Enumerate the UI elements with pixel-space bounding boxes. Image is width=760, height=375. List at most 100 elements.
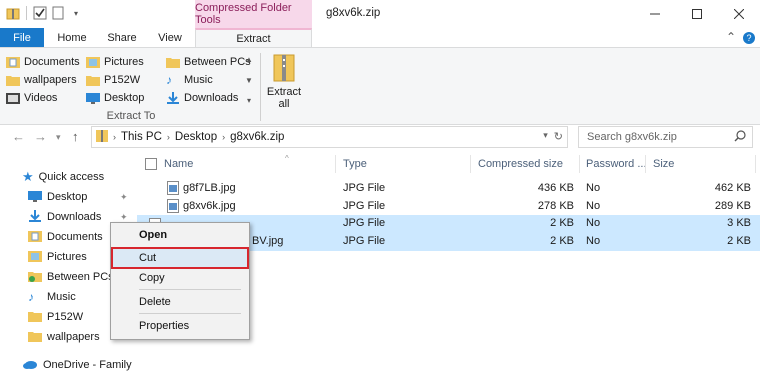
properties-check-icon[interactable] — [33, 5, 47, 21]
nav-label: Desktop — [47, 191, 88, 203]
extract-to-label: wallpapers — [24, 73, 77, 86]
extract-all-label-1: Extract — [266, 86, 302, 98]
chevron-right-icon[interactable]: › — [167, 132, 170, 142]
collapse-ribbon-icon[interactable]: ⌃ — [726, 30, 736, 44]
column-divider[interactable] — [335, 155, 336, 173]
nav-label: Music — [47, 291, 76, 303]
nav-item-quick-access[interactable]: ★ Quick access — [22, 167, 104, 187]
column-divider[interactable] — [645, 155, 646, 173]
column-divider[interactable] — [579, 155, 580, 173]
extract-to-videos[interactable]: Videos — [6, 89, 57, 106]
extract-to-label: P152W — [104, 73, 141, 86]
expand-gallery-icon[interactable]: ▾ — [247, 96, 251, 105]
window-title: g8xv6k.zip — [326, 7, 381, 19]
address-dropdown-icon[interactable]: ▾ — [543, 130, 548, 143]
folder-icon — [166, 56, 180, 68]
pin-icon[interactable]: ✦ — [120, 192, 128, 203]
extract-to-music[interactable]: ♪ Music — [166, 71, 213, 88]
breadcrumb-this-pc[interactable]: This PC — [121, 131, 162, 143]
extract-to-p152w[interactable]: P152W — [86, 71, 140, 88]
extract-to-label: Videos — [24, 91, 58, 104]
file-size: 3 KB — [727, 217, 751, 229]
refresh-icon[interactable]: ↻ — [554, 130, 563, 143]
extract-all-label-2: all — [278, 98, 290, 110]
nav-item-p152w[interactable]: P152W — [28, 307, 83, 327]
star-icon: ★ — [22, 169, 34, 184]
table-row[interactable]: g8f7LB.jpg JPG File 436 KB No 462 KB — [137, 180, 760, 198]
cut-highlight-box — [111, 247, 249, 269]
search-input[interactable]: Search g8xv6k.zip — [578, 126, 753, 148]
menu-item-cut[interactable]: Cut — [139, 252, 156, 264]
chevron-right-icon: › — [113, 132, 116, 142]
column-header-name[interactable]: Name — [164, 153, 193, 175]
folder-icon — [28, 330, 42, 345]
menu-item-delete[interactable]: Delete — [139, 296, 171, 308]
address-bar[interactable]: › This PC › Desktop › g8xv6k.zip ▾ ↻ — [91, 126, 568, 148]
nav-item-documents[interactable]: Documents — [28, 227, 103, 247]
breadcrumb-desktop[interactable]: Desktop — [175, 131, 217, 143]
nav-label: P152W — [47, 311, 84, 323]
select-all-checkbox[interactable] — [145, 153, 157, 175]
nav-item-onedrive[interactable]: OneDrive - Family — [22, 355, 132, 375]
customize-toolbar-icon[interactable]: ▾ — [69, 5, 83, 21]
onedrive-icon — [22, 358, 38, 373]
menu-divider — [139, 289, 241, 290]
extract-to-gallery: Documents wallpapers Videos Pictures P15… — [6, 53, 251, 107]
extract-all-button[interactable]: Extract all — [266, 53, 302, 113]
table-row[interactable]: g8xv6k.jpg JPG File 278 KB No 289 KB — [137, 198, 760, 216]
back-arrow-icon[interactable]: ← — [12, 129, 25, 144]
minimize-button[interactable] — [634, 0, 676, 28]
column-header-compressed-size[interactable]: Compressed size — [478, 153, 563, 175]
close-button[interactable] — [718, 0, 760, 28]
extract-to-downloads[interactable]: Downloads — [166, 89, 238, 106]
help-icon[interactable]: ? — [743, 32, 755, 44]
file-compressed-size: 278 KB — [537, 200, 574, 212]
documents-icon — [6, 56, 20, 68]
column-header-size[interactable]: Size — [653, 153, 674, 175]
gallery-scroll[interactable]: ▲ ▼ ▾ — [242, 53, 256, 107]
up-arrow-icon[interactable]: ↑ — [72, 129, 79, 144]
menu-item-properties[interactable]: Properties — [139, 320, 189, 332]
column-header-type[interactable]: Type — [343, 153, 367, 175]
extract-to-wallpapers[interactable]: wallpapers — [6, 71, 77, 88]
file-type: JPG File — [343, 217, 386, 229]
menu-item-copy[interactable]: Copy — [139, 272, 165, 284]
file-type: JPG File — [343, 200, 386, 212]
zip-folder-icon[interactable] — [6, 5, 20, 21]
tab-extract[interactable]: Extract — [195, 28, 312, 47]
column-divider[interactable] — [755, 155, 756, 173]
extract-to-pictures[interactable]: Pictures — [86, 53, 144, 70]
menu-item-open[interactable]: Open — [139, 229, 167, 241]
file-size: 462 KB — [714, 182, 751, 194]
nav-item-wallpapers[interactable]: wallpapers — [28, 327, 100, 347]
column-divider[interactable] — [470, 155, 471, 173]
nav-item-music[interactable]: ♪ Music — [28, 287, 76, 307]
maximize-button[interactable] — [676, 0, 718, 28]
nav-label: wallpapers — [47, 331, 100, 343]
nav-label: Between PCs — [47, 271, 114, 283]
nav-item-desktop[interactable]: Desktop — [28, 187, 87, 207]
forward-arrow-icon[interactable]: → — [34, 129, 47, 144]
new-folder-icon[interactable] — [51, 5, 65, 21]
nav-item-between-pcs[interactable]: Between PCs — [28, 267, 114, 287]
extract-to-desktop[interactable]: Desktop — [86, 89, 144, 106]
extract-to-label: Pictures — [104, 55, 144, 68]
tab-home[interactable]: Home — [50, 28, 94, 47]
breadcrumb-zip[interactable]: g8xv6k.zip — [230, 131, 284, 143]
scroll-up-icon[interactable]: ▲ — [245, 55, 253, 64]
column-header-password[interactable]: Password ... — [586, 153, 647, 175]
nav-item-pictures[interactable]: Pictures — [28, 247, 87, 267]
scroll-down-icon[interactable]: ▼ — [245, 76, 253, 85]
tab-file[interactable]: File — [0, 28, 44, 47]
extract-to-group-label: Extract To — [106, 110, 156, 122]
file-compressed-size: 2 KB — [550, 235, 574, 247]
recent-locations-icon[interactable]: ▾ — [56, 132, 61, 143]
extract-to-documents[interactable]: Documents — [6, 53, 80, 70]
extract-to-label: Desktop — [104, 91, 145, 104]
music-icon: ♪ — [28, 290, 34, 304]
tab-view[interactable]: View — [150, 28, 190, 47]
nav-item-downloads[interactable]: Downloads — [28, 207, 101, 227]
tab-share[interactable]: Share — [100, 28, 144, 47]
extract-to-between-pcs[interactable]: Between PCs — [166, 53, 251, 70]
chevron-right-icon[interactable]: › — [222, 132, 225, 142]
